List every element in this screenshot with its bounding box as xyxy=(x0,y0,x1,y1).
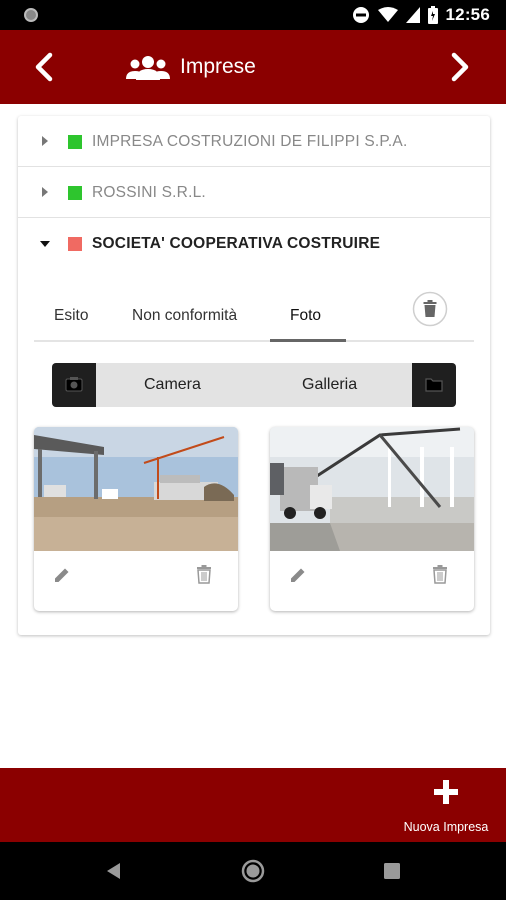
caret-right-icon xyxy=(42,136,48,146)
company-name: IMPRESA COSTRUZIONI DE FILIPPI S.P.A. xyxy=(92,133,408,150)
plus-icon xyxy=(434,780,458,804)
wifi-icon xyxy=(377,7,398,22)
company-row[interactable]: IMPRESA COSTRUZIONI DE FILIPPI S.P.A. xyxy=(18,116,490,167)
company-name: ROSSINI S.R.L. xyxy=(92,184,206,201)
system-navigation-bar xyxy=(0,842,506,900)
status-time: 12:56 xyxy=(445,5,490,24)
tab-foto[interactable]: Foto xyxy=(290,307,321,325)
delete-all-trash-icon[interactable] xyxy=(412,291,448,327)
bottom-action-bar: Nuova Impresa xyxy=(0,768,506,842)
pencil-icon[interactable] xyxy=(52,565,72,585)
trash-icon[interactable] xyxy=(194,563,214,585)
camera-option[interactable]: Camera xyxy=(144,376,201,394)
company-list: IMPRESA COSTRUZIONI DE FILIPPI S.P.A. RO… xyxy=(18,116,490,635)
recents-icon[interactable] xyxy=(384,863,400,879)
photo-card[interactable] xyxy=(34,427,238,611)
status-indicator xyxy=(68,186,82,200)
detail-tabs: Esito Non conformità Foto xyxy=(34,293,474,342)
battery-icon xyxy=(427,6,438,24)
camera-button[interactable] xyxy=(52,363,96,407)
photo-thumbnail[interactable] xyxy=(270,427,474,551)
photo-thumbnail[interactable] xyxy=(34,427,238,551)
page-title-group: Imprese xyxy=(126,52,256,82)
caret-right-icon xyxy=(42,187,48,197)
gallery-option[interactable]: Galleria xyxy=(302,376,357,394)
prev-chevron-icon[interactable] xyxy=(28,50,62,84)
caret-down-icon xyxy=(40,241,50,247)
dnd-icon xyxy=(352,7,369,23)
pencil-icon[interactable] xyxy=(288,565,308,585)
status-icons: 12:56 xyxy=(352,5,490,25)
back-icon[interactable] xyxy=(104,861,124,881)
status-bar: 12:56 xyxy=(0,0,506,30)
new-company-label: Nuova Impresa xyxy=(403,820,489,834)
company-row-expanded[interactable]: SOCIETA' COOPERATIVA COSTRUIRE xyxy=(18,218,490,269)
trash-icon[interactable] xyxy=(430,563,450,585)
company-name: SOCIETA' COOPERATIVA COSTRUIRE xyxy=(92,235,381,252)
status-indicator xyxy=(68,135,82,149)
page-title: Imprese xyxy=(180,55,256,78)
tab-non-conformita[interactable]: Non conformità xyxy=(132,307,237,325)
new-company-button[interactable]: Nuova Impresa xyxy=(400,778,492,834)
company-row[interactable]: ROSSINI S.R.L. xyxy=(18,167,490,218)
status-indicator xyxy=(68,237,82,251)
tabs-divider xyxy=(34,340,474,342)
group-icon xyxy=(126,56,170,80)
next-chevron-icon[interactable] xyxy=(442,50,476,84)
notification-dot-icon xyxy=(24,8,38,22)
home-icon[interactable] xyxy=(241,859,265,883)
tab-esito[interactable]: Esito xyxy=(54,307,88,325)
company-detail-panel: Esito Non conformità Foto Camera Galleri… xyxy=(18,269,490,635)
photo-card[interactable] xyxy=(270,427,474,611)
app-bar: Imprese xyxy=(0,30,506,104)
gallery-button[interactable] xyxy=(412,363,456,407)
active-tab-indicator xyxy=(270,339,346,342)
folder-icon xyxy=(425,378,443,392)
camera-icon xyxy=(65,377,83,392)
signal-icon xyxy=(405,7,420,23)
photo-source-selector: Camera Galleria xyxy=(52,363,456,407)
